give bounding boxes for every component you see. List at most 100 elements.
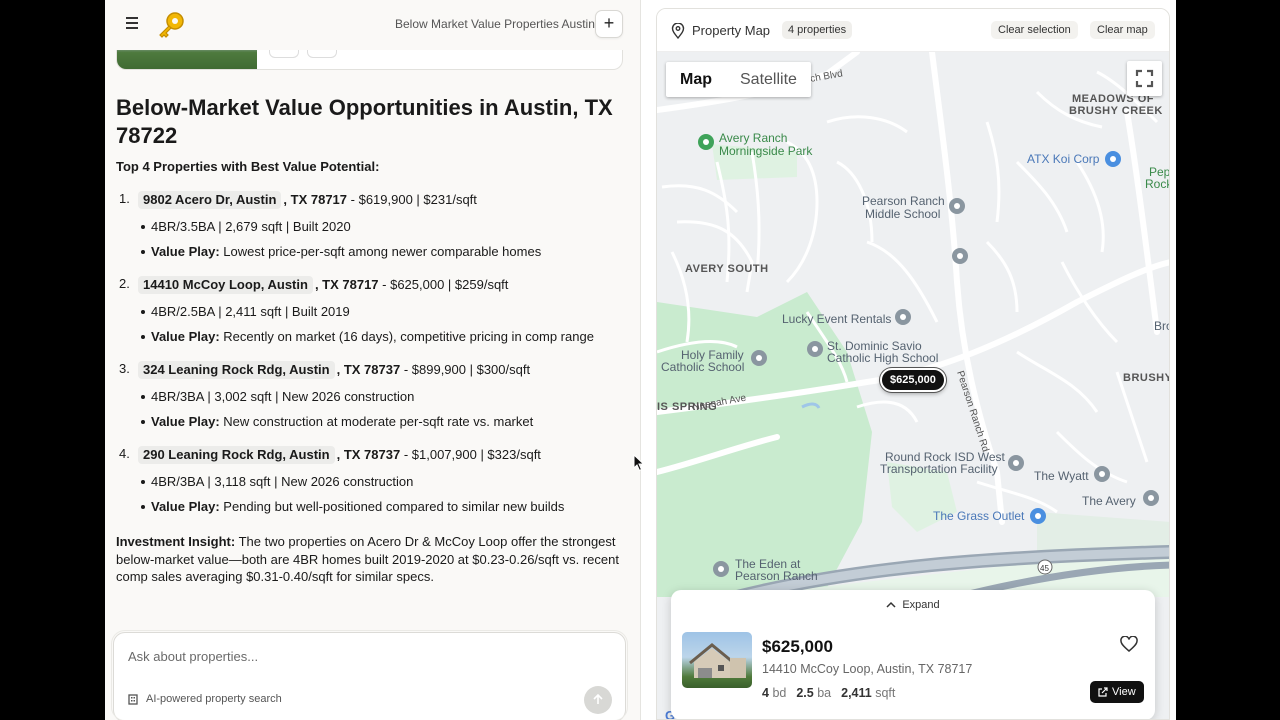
property-photo (682, 632, 752, 688)
fullscreen-button[interactable] (1127, 61, 1162, 96)
send-button[interactable] (584, 686, 612, 714)
value-play-label: Value Play: (151, 414, 220, 429)
value-play-label: Value Play: (151, 244, 220, 259)
property-value-play: Value Play: New construction at moderate… (138, 409, 621, 434)
poi-label: ATX Koi Corp (1027, 152, 1100, 166)
property-zip: , TX 78717 (314, 277, 379, 292)
poi-label: Middle School (865, 207, 940, 221)
ai-search-label: AI-powered property search (128, 693, 282, 705)
poi-label: Pearson Ranch (862, 194, 945, 208)
beds-value: 4 (762, 686, 769, 700)
property-summary: 324 Leaning Rock Rdg, Austin, TX 78737 -… (138, 361, 621, 379)
property-price: - $619,900 | $231/sqft (347, 192, 477, 207)
poi-label: Catholic School (661, 360, 744, 374)
property-address-link[interactable]: 14410 McCoy Loop, Austin (138, 276, 313, 294)
map-canvas[interactable]: Avery Ranch Blvd Neenah Ave Pearson Ranc… (657, 52, 1170, 719)
menu-icon[interactable] (123, 14, 141, 32)
property-zip: , TX 78737 (336, 447, 401, 462)
clear-selection-button[interactable]: Clear selection (991, 21, 1078, 39)
baths-unit: ba (817, 686, 832, 700)
key-logo-icon (159, 12, 184, 38)
poi-label: The Wyatt (1034, 469, 1089, 483)
app-window: Below Market Value Properties Austin + B… (105, 0, 1176, 720)
assistant-message: Below-Market Value Opportunities in Aust… (116, 94, 621, 586)
clear-map-button[interactable]: Clear map (1090, 21, 1155, 39)
expand-label: Expand (902, 599, 940, 611)
view-button[interactable]: View (1090, 681, 1144, 703)
property-details: 4BR/3BA | 3,002 sqft | New 2026 construc… (138, 384, 621, 434)
property-number: 2. (119, 276, 130, 291)
property-summary: 14410 McCoy Loop, Austin, TX 78717 - $62… (138, 276, 621, 294)
chat-input[interactable] (128, 649, 568, 664)
arrow-up-icon (593, 693, 603, 704)
card-sqft: 2,411 sqft (841, 686, 895, 700)
card-beds: 4 bd (762, 686, 786, 700)
property-item: 1. 9802 Acero Dr, Austin, TX 78717 - $619… (116, 191, 621, 264)
map-type-control: Map Satellite (666, 62, 811, 97)
poi-label: Transportation Facility (880, 462, 998, 476)
message-heading: Below-Market Value Opportunities in Aust… (116, 95, 613, 148)
area-label: BRUSHY CREEK (1069, 105, 1163, 117)
property-number: 4. (119, 446, 130, 461)
property-specs: 4BR/3BA | 3,002 sqft | New 2026 construc… (138, 384, 621, 409)
property-number: 1. (119, 191, 130, 206)
property-address-link[interactable]: 9802 Acero Dr, Austin (138, 191, 282, 209)
property-price: - $1,007,900 | $323/sqft (400, 447, 541, 462)
chat-input-box: AI-powered property search (111, 630, 628, 720)
card-baths: 2.5 ba (796, 686, 831, 700)
area-label: IS SPRING (657, 401, 717, 413)
value-play-text: New construction at moderate per-sqft ra… (219, 414, 534, 429)
chevron-up-icon (886, 601, 896, 608)
card-price: $625,000 (762, 637, 833, 656)
area-label: BRUSHY (1123, 372, 1170, 384)
poi-label: Catholic High School (827, 351, 938, 365)
property-address-link[interactable]: 324 Leaning Rock Rdg, Austin (138, 361, 335, 379)
view-label: View (1112, 686, 1136, 698)
property-number: 3. (119, 361, 130, 376)
property-details: 4BR/3.5BA | 2,679 sqft | Built 2020 Value… (138, 214, 621, 264)
poi-label: The Avery (1082, 494, 1136, 508)
poi-label: Lucky Event Rentals (782, 312, 891, 326)
property-details: 4BR/3BA | 3,118 sqft | New 2026 construc… (138, 469, 621, 519)
property-specs: 4BR/3BA | 3,118 sqft | New 2026 construc… (138, 469, 621, 494)
sqft-value: 2,411 (841, 686, 872, 700)
ai-label-text: AI-powered property search (146, 693, 282, 705)
heart-icon[interactable] (1120, 636, 1138, 652)
investment-insight: Investment Insight: The two properties o… (116, 533, 621, 586)
value-play-text: Pending but well-positioned compared to … (219, 499, 565, 514)
price-marker[interactable]: $625,000 (880, 368, 946, 392)
poi-label: Avery Ranch (719, 131, 787, 145)
map-type-satellite[interactable]: Satellite (726, 62, 811, 97)
property-address-link[interactable]: 290 Leaning Rock Rdg, Austin (138, 446, 335, 464)
expand-button[interactable]: Expand (671, 599, 1155, 611)
property-card[interactable]: Expand $625,000 14410 McCoy Loop, Austin… (671, 590, 1155, 719)
card-stats: 4 bd 2.5 ba 2,411 sqft (762, 686, 895, 700)
property-item: 4. 290 Leaning Rock Rdg, Austin, TX 78737… (116, 446, 621, 519)
poi-label: Pearson Ranch (735, 569, 818, 583)
area-label: AVERY SOUTH (685, 263, 769, 275)
new-chat-button[interactable]: + (595, 10, 623, 38)
map-type-map[interactable]: Map (666, 62, 726, 97)
property-price: - $899,900 | $300/sqft (400, 362, 531, 377)
chat-panel: Below Market Value Properties Austin + B… (105, 0, 641, 720)
fullscreen-icon (1135, 69, 1154, 88)
property-value-play: Value Play: Recently on market (16 days)… (138, 324, 621, 349)
message-subheading: Top 4 Properties with Best Value Potenti… (116, 159, 380, 174)
insight-label: Investment Insight: (116, 534, 236, 549)
chat-title: Below Market Value Properties Austin (395, 17, 595, 31)
property-specs: 4BR/3.5BA | 2,679 sqft | Built 2020 (138, 214, 621, 239)
property-zip: , TX 78717 (283, 192, 348, 207)
map-title: Property Map (692, 23, 771, 38)
map-panel: Property Map 4 properties Clear selectio… (656, 8, 1170, 720)
chat-header: Below Market Value Properties Austin + (105, 0, 640, 50)
property-price: - $625,000 | $259/sqft (378, 277, 509, 292)
external-link-icon (1098, 687, 1108, 697)
property-summary: 290 Leaning Rock Rdg, Austin, TX 78737 -… (138, 446, 621, 464)
property-details: 4BR/2.5BA | 2,411 sqft | Built 2019 Value… (138, 299, 621, 349)
poi-label: The Grass Outlet (933, 509, 1025, 523)
baths-value: 2.5 (796, 686, 814, 700)
property-summary: 9802 Acero Dr, Austin, TX 78717 - $619,9… (138, 191, 621, 209)
building-icon (128, 693, 138, 705)
poi-label: Morningside Park (719, 144, 813, 158)
map-pin-icon (671, 23, 685, 39)
